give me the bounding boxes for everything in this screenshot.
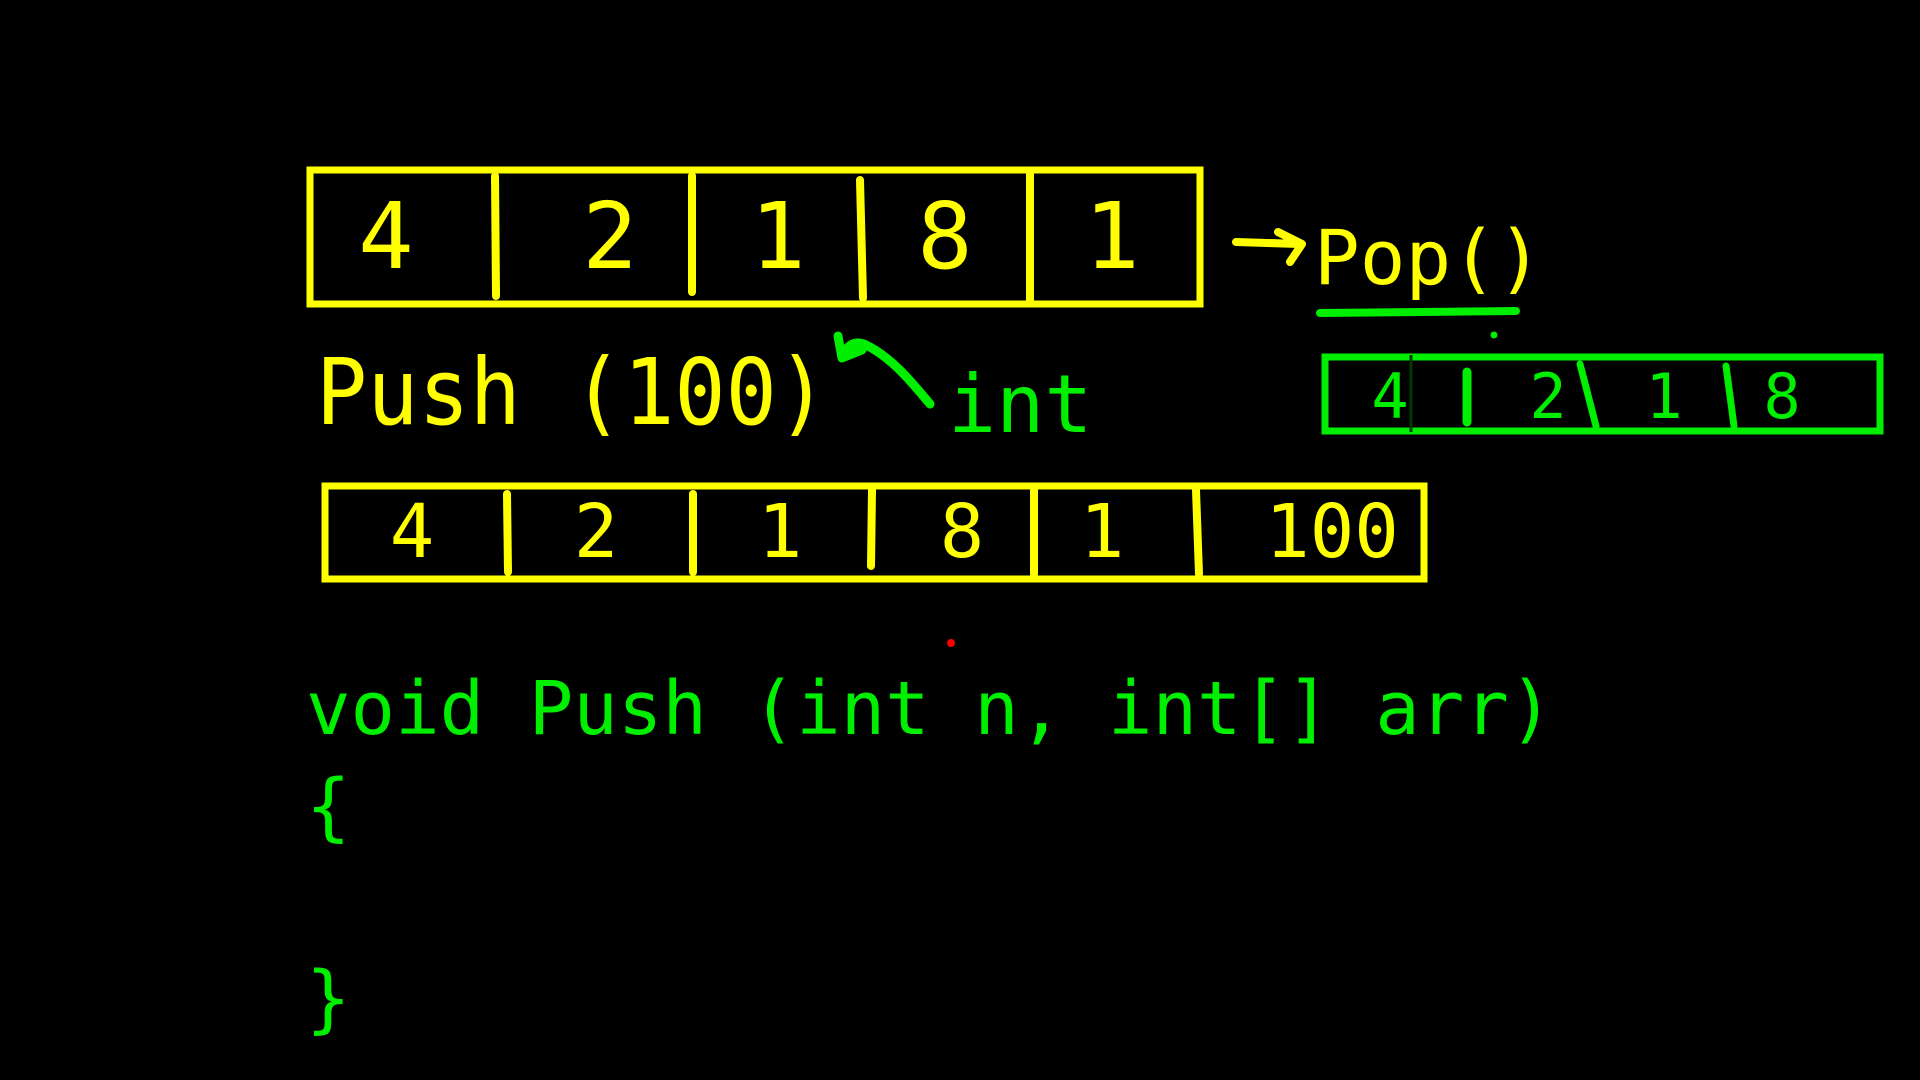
int-label: int — [948, 358, 1093, 451]
push-label: Push (100) — [316, 339, 828, 446]
array-top-cell: 1 — [750, 183, 805, 290]
array-pop-result: 4 2 1 8 — [1321, 353, 1884, 435]
array-top-cell: 1 — [1084, 183, 1139, 290]
array-push-divider — [1192, 486, 1203, 578]
pop-underline — [1316, 307, 1520, 317]
push-annotation: Push (100) int — [316, 331, 1093, 451]
array-push-cell: 2 — [574, 489, 619, 575]
array-pop-cell: 8 — [1763, 360, 1800, 433]
array-push-cell: 1 — [1080, 489, 1125, 575]
array-top-divider — [491, 172, 500, 300]
pop-annotation: Pop() — [1232, 213, 1543, 339]
code-open-brace: { — [306, 764, 351, 850]
array-pop-divider — [1722, 362, 1738, 430]
red-dot — [947, 639, 955, 647]
array-pop-cell: 2 — [1529, 360, 1566, 433]
code-close-brace: } — [306, 956, 351, 1042]
array-push-cell: 1 — [758, 489, 803, 575]
pop-arrow-icon — [1232, 228, 1306, 266]
pop-dot — [1490, 331, 1498, 339]
array-push-cell: 8 — [940, 489, 985, 575]
array-push-divider — [503, 490, 512, 576]
array-pop-divider — [1576, 360, 1600, 430]
array-pop-cell: 4 — [1371, 360, 1408, 433]
array-push-cell: 100 — [1265, 489, 1399, 575]
pop-label: Pop() — [1314, 213, 1543, 302]
whiteboard-canvas: 4 2 1 8 1 Pop() 4 2 1 8 Push (100) int 4… — [306, 166, 1884, 647]
array-pop-cell: 1 — [1645, 360, 1682, 433]
array-top: 4 2 1 8 1 — [306, 166, 1204, 308]
array-top-cell: 2 — [582, 183, 637, 290]
array-top-divider — [856, 176, 867, 302]
array-after-push: 4 2 1 8 1 100 — [321, 482, 1428, 583]
array-top-cell: 4 — [358, 183, 413, 290]
array-push-cell: 4 — [390, 489, 435, 575]
array-push-divider — [867, 486, 876, 570]
int-arrow-icon — [833, 331, 935, 409]
array-top-cell: 8 — [917, 183, 972, 290]
code-signature: void Push (int n, int[] arr) — [306, 666, 1554, 752]
